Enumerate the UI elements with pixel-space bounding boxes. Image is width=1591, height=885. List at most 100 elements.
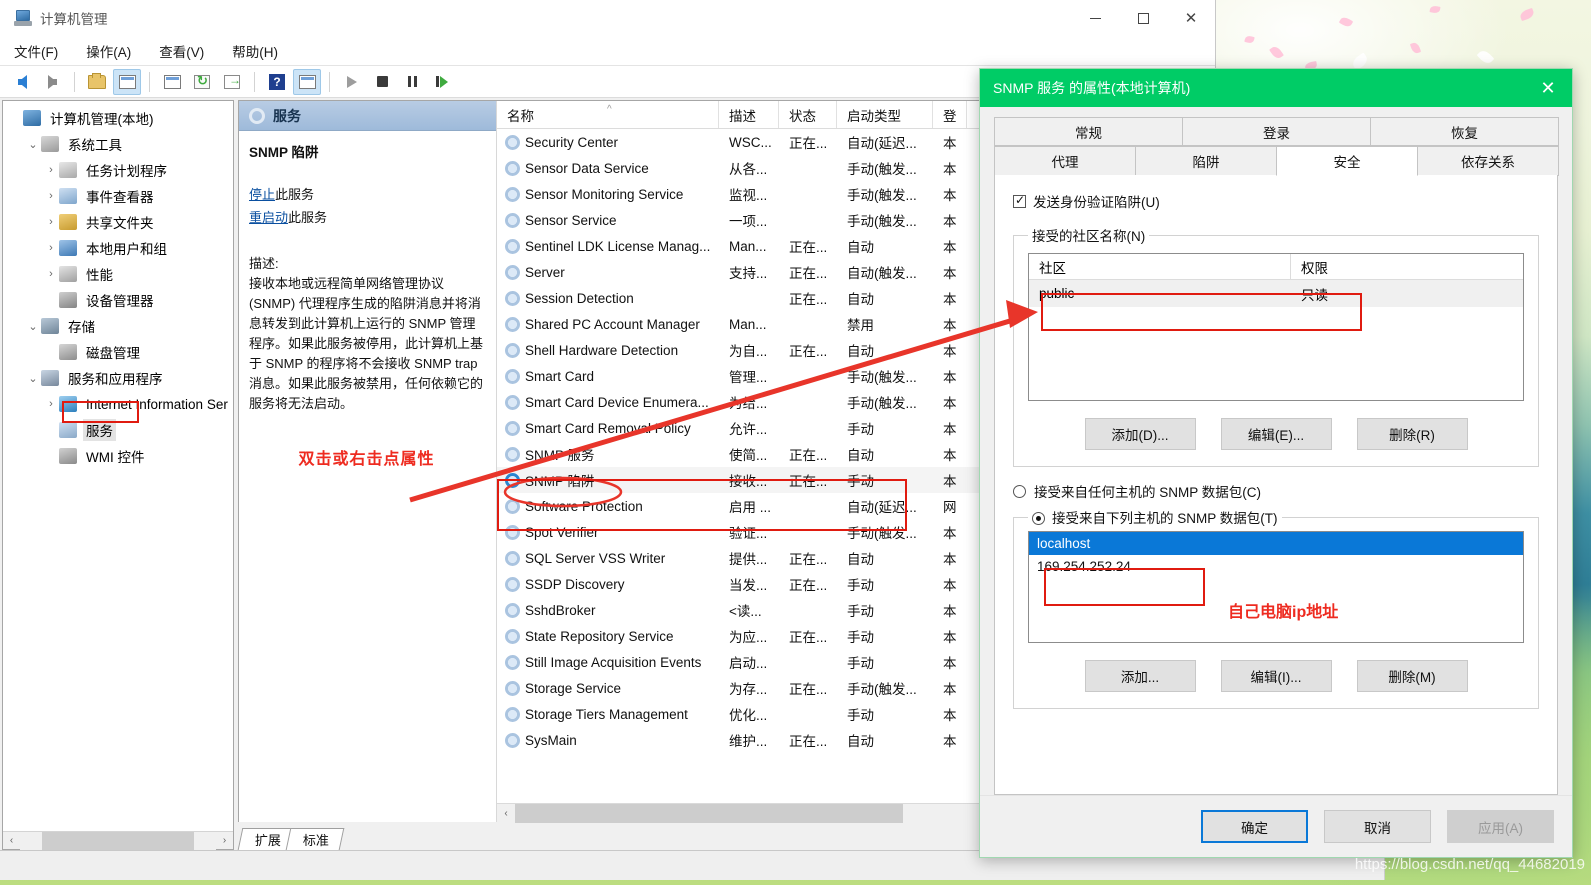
maximize-button[interactable] xyxy=(1119,0,1167,36)
scroll-thumb[interactable] xyxy=(515,803,903,823)
tree-item-8[interactable]: ⌄ 存储 xyxy=(3,313,233,339)
tree-item-6[interactable]: › 性能 xyxy=(3,261,233,287)
rights-column-header[interactable]: 权限 xyxy=(1291,254,1523,279)
ok-button[interactable]: 确定 xyxy=(1201,810,1308,843)
close-icon[interactable]: ✕ xyxy=(1524,69,1572,107)
tree-item-2[interactable]: › 任务计划程序 xyxy=(3,157,233,183)
restart-service-link[interactable]: 重启动 xyxy=(249,210,288,225)
minimize-button[interactable] xyxy=(1071,0,1119,36)
accept-listed-hosts-radio[interactable] xyxy=(1032,512,1045,525)
service-name-cell: Spot Verifier xyxy=(497,524,719,540)
show-action-pane-icon[interactable] xyxy=(293,68,321,95)
tree-item-5[interactable]: › 本地用户和组 xyxy=(3,235,233,261)
menu-action[interactable]: 操作(A) xyxy=(86,41,131,61)
tree-item-12[interactable]: 服务 xyxy=(3,417,233,443)
service-logon-cell: 本 xyxy=(943,188,957,203)
close-button[interactable]: ✕ xyxy=(1167,0,1215,36)
refresh-icon[interactable] xyxy=(188,69,216,95)
column-header-description[interactable]: 描述 xyxy=(719,101,779,128)
accept-any-host-radio[interactable] xyxy=(1013,484,1026,498)
tree-item-13[interactable]: WMI 控件 xyxy=(3,443,233,469)
console-tree[interactable]: 计算机管理(本地) ⌄ 系统工具 › 任务计划程序 › 事件查看器 › 共享文件夹 › 本地用户和组… xyxy=(3,101,233,831)
apply-button[interactable]: 应用(A) xyxy=(1447,810,1554,843)
tree-expander-icon[interactable]: ⌄ xyxy=(25,372,41,385)
community-row[interactable]: public 只读 xyxy=(1029,280,1523,307)
tree-item-7[interactable]: 设备管理器 xyxy=(3,287,233,313)
tree-expander-icon[interactable]: › xyxy=(43,216,59,228)
tree-item-9[interactable]: 磁盘管理 xyxy=(3,339,233,365)
tree-expander-icon[interactable]: › xyxy=(43,242,59,254)
column-header-startup-type[interactable]: 启动类型 xyxy=(837,101,933,128)
tree-item-0[interactable]: 计算机管理(本地) xyxy=(3,105,233,131)
help-icon[interactable]: ? xyxy=(263,69,291,95)
remove-community-button[interactable]: 删除(R) xyxy=(1356,418,1468,450)
tree-item-4[interactable]: › 共享文件夹 xyxy=(3,209,233,235)
stop-service-link[interactable]: 停止 xyxy=(249,187,275,202)
service-startup-cell: 手动 xyxy=(847,422,874,437)
back-arrow-icon[interactable] xyxy=(8,69,36,95)
host-list-item-selected[interactable]: localhost xyxy=(1029,532,1523,555)
cancel-button[interactable]: 取消 xyxy=(1324,810,1431,843)
scroll-thumb[interactable] xyxy=(42,831,194,850)
scroll-left-arrow[interactable]: ‹ xyxy=(497,808,515,819)
column-header-status[interactable]: 状态 xyxy=(779,101,837,128)
edit-community-button[interactable]: 编辑(E)... xyxy=(1220,418,1332,450)
tree-expander-icon[interactable]: › xyxy=(43,190,59,202)
forward-arrow-icon[interactable] xyxy=(38,69,66,95)
pause-service-icon[interactable] xyxy=(398,69,426,95)
service-logon-cell: 本 xyxy=(943,292,957,307)
add-community-button[interactable]: 添加(D)... xyxy=(1084,418,1196,450)
tab-agent[interactable]: 代理 xyxy=(994,146,1136,176)
send-auth-trap-checkbox[interactable] xyxy=(1013,193,1026,208)
service-name-cell: Storage Service xyxy=(497,680,719,696)
menu-view[interactable]: 查看(V) xyxy=(159,41,204,61)
service-gear-icon xyxy=(505,134,520,150)
tree-item-1[interactable]: ⌄ 系统工具 xyxy=(3,131,233,157)
tab-recovery[interactable]: 恢复 xyxy=(1370,117,1559,146)
add-host-button[interactable]: 添加... xyxy=(1084,660,1196,692)
accept-any-host-row[interactable]: 接受来自任何主机的 SNMP 数据包(C) xyxy=(1013,481,1539,501)
column-header-logon-as[interactable]: 登 xyxy=(933,101,967,128)
stop-service-icon[interactable] xyxy=(368,69,396,95)
toolbar-separator xyxy=(149,71,150,92)
community-column-header[interactable]: 社区 xyxy=(1029,254,1291,279)
restart-service-icon[interactable] xyxy=(428,69,456,95)
tab-security[interactable]: 安全 xyxy=(1276,146,1418,176)
tab-traps[interactable]: 陷阱 xyxy=(1135,146,1277,176)
up-folder-icon[interactable] xyxy=(83,69,111,95)
properties-icon[interactable] xyxy=(158,69,186,95)
column-header-name[interactable]: 名称 ^ xyxy=(497,101,719,128)
tree-expander-icon[interactable]: ⌄ xyxy=(25,138,41,151)
service-description-cell: 为存... xyxy=(729,682,768,697)
scroll-track[interactable] xyxy=(20,831,216,850)
tree-expander-icon[interactable]: › xyxy=(43,268,59,280)
tree-horizontal-scrollbar[interactable]: ‹ › xyxy=(3,831,233,850)
tree-item-11[interactable]: › Internet Information Ser xyxy=(3,391,233,417)
show-hide-tree-icon[interactable] xyxy=(113,68,141,95)
scroll-right-arrow[interactable]: › xyxy=(216,835,233,846)
menu-file[interactable]: 文件(F) xyxy=(14,41,58,61)
edit-host-button[interactable]: 编辑(I)... xyxy=(1220,660,1332,692)
community-listbox[interactable]: 社区 权限 public 只读 xyxy=(1028,253,1524,401)
tab-standard[interactable]: 标准 xyxy=(285,828,345,850)
hosts-listbox[interactable]: localhost 169.254.252.24 xyxy=(1028,531,1524,643)
tab-general[interactable]: 常规 xyxy=(994,117,1183,146)
service-description-cell: 从各... xyxy=(729,162,768,177)
export-list-icon[interactable] xyxy=(218,69,246,95)
tree-expander-icon[interactable]: ⌄ xyxy=(25,320,41,333)
host-list-item[interactable]: 169.254.252.24 xyxy=(1029,555,1523,578)
menu-help[interactable]: 帮助(H) xyxy=(232,41,278,61)
annotation-double-click-properties: 双击或右击点属性 xyxy=(298,451,435,468)
scroll-left-arrow[interactable]: ‹ xyxy=(3,835,20,846)
tree-expander-icon[interactable]: › xyxy=(43,164,59,176)
tree-expander-icon[interactable]: › xyxy=(43,398,59,410)
send-auth-trap-row[interactable]: 发送身份验证陷阱(U) xyxy=(1013,191,1539,211)
start-service-icon[interactable] xyxy=(338,69,366,95)
remove-host-button[interactable]: 删除(M) xyxy=(1356,660,1468,692)
tab-dependencies[interactable]: 依存关系 xyxy=(1417,146,1559,176)
tree-item-3[interactable]: › 事件查看器 xyxy=(3,183,233,209)
tab-logon[interactable]: 登录 xyxy=(1182,117,1371,146)
tree-item-10[interactable]: ⌄ 服务和应用程序 xyxy=(3,365,233,391)
service-name-text: Server xyxy=(525,264,565,280)
service-startup-cell: 手动 xyxy=(847,604,874,619)
